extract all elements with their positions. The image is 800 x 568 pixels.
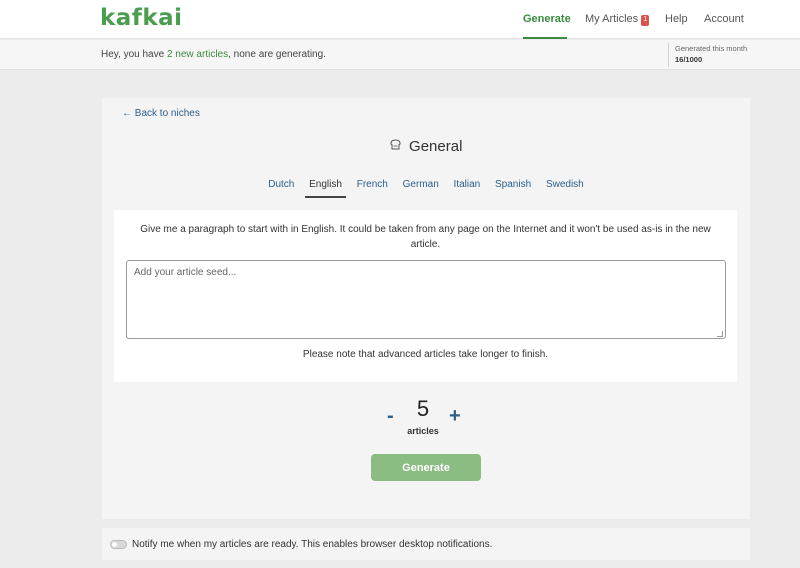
active-nav-indicator [523,37,567,39]
bread-icon [390,139,401,153]
notification-settings: Notify me when my articles are ready. Th… [102,528,750,560]
article-count-unit: articles [407,426,439,436]
page-title: General [409,138,463,155]
increase-count-button[interactable]: + [449,405,461,428]
nav-my-articles[interactable]: My Articles 1 [585,13,650,26]
notify-toggle[interactable] [110,540,127,549]
nav-generate[interactable]: Generate [523,13,571,25]
textarea-resize-handle[interactable] [717,331,723,337]
language-tabs: Dutch English French German Italian Span… [102,178,750,198]
kafkai-logo[interactable]: kafkai [100,5,183,31]
nav-account[interactable]: Account [704,13,744,25]
monthly-usage-label: Generated this month [675,44,748,53]
seed-panel: Give me a paragraph to start with in Eng… [114,210,737,382]
monthly-usage-value: 16/1000 [675,55,703,64]
tab-french[interactable]: French [353,178,392,196]
status-prefix: Hey, you have [101,49,167,60]
top-navbar: kafkai Generate My Articles 1 Help Accoun… [0,0,800,39]
advanced-note: Please note that advanced articles take … [302,349,549,360]
toggle-knob [112,542,117,547]
back-to-niches-link[interactable]: ← Back to niches [122,108,200,119]
tab-swedish[interactable]: Swedish [542,178,588,196]
tab-spanish[interactable]: Spanish [491,178,535,196]
tab-english[interactable]: English [305,178,346,198]
tab-italian[interactable]: Italian [450,178,485,196]
nav-my-articles-label: My Articles [585,13,639,25]
niche-heading: General [102,138,750,156]
status-bar: Hey, you have 2 new articles, none are g… [0,40,800,70]
decrease-count-button[interactable]: - [387,405,394,428]
tab-german[interactable]: German [399,178,443,196]
article-count-stepper: - 5 articles + [102,396,750,438]
new-articles-link[interactable]: 2 new articles [167,49,228,60]
article-seed-input[interactable] [126,260,726,339]
new-articles-badge: 1 [641,15,650,26]
generate-button[interactable]: Generate [371,454,481,481]
tab-dutch[interactable]: Dutch [264,178,298,196]
article-count: 5 [416,396,430,421]
status-message: Hey, you have 2 new articles, none are g… [101,49,326,60]
status-suffix: , none are generating. [228,49,326,60]
nav-help[interactable]: Help [665,13,688,25]
notify-label: Notify me when my articles are ready. Th… [132,539,493,550]
generate-card: ← Back to niches General Dutch English F… [102,98,750,519]
monthly-usage: Generated this month 16/1000 [668,43,747,67]
seed-instructions: Give me a paragraph to start with in Eng… [140,224,711,250]
